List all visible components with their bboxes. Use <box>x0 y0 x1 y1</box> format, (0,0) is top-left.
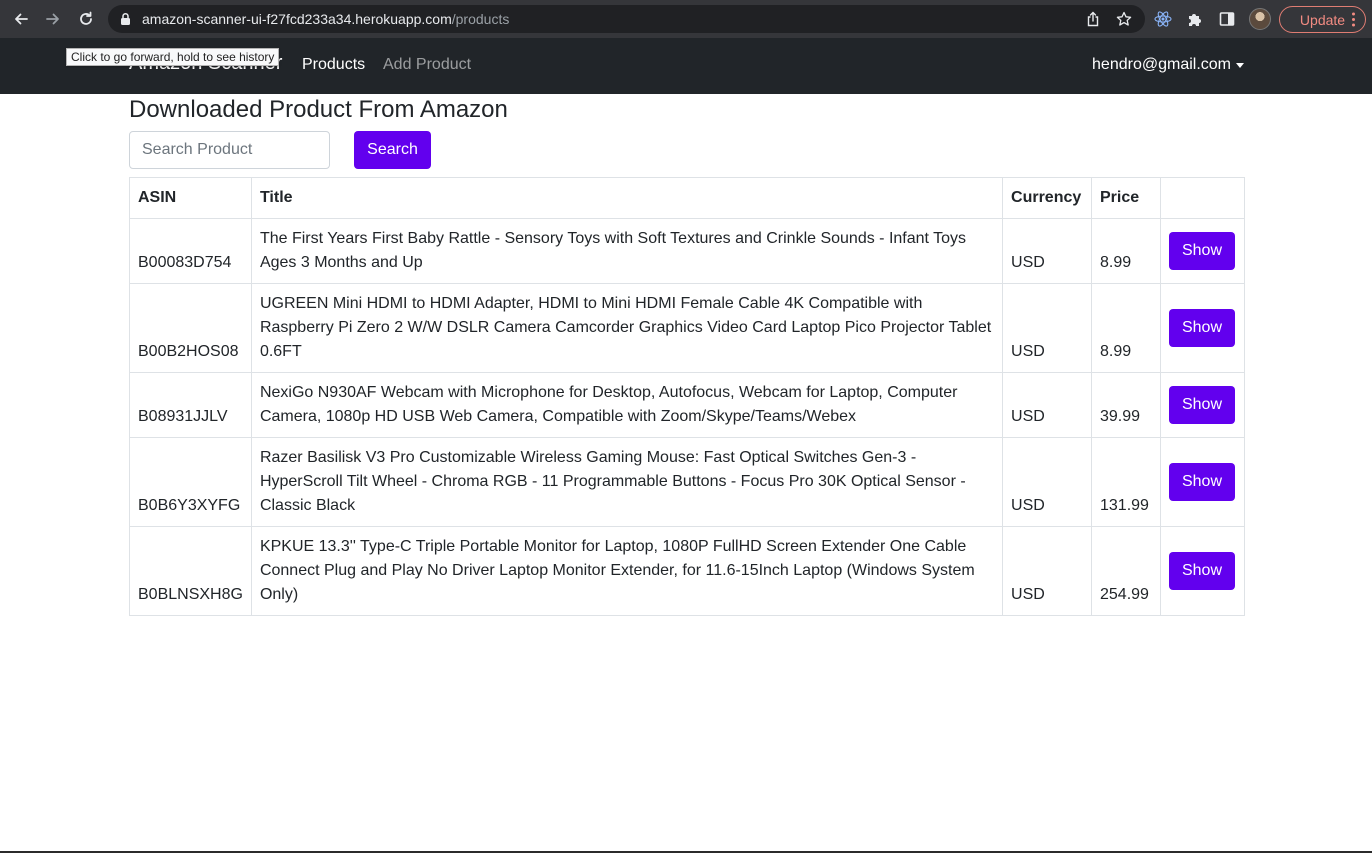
chevron-down-icon <box>1236 62 1244 68</box>
table-row: B0B6Y3XYFG Razer Basilisk V3 Pro Customi… <box>129 437 1246 527</box>
table-row: B00B2HOS08 UGREEN Mini HDMI to HDMI Adap… <box>129 283 1246 373</box>
react-devtools-icon <box>1154 11 1172 27</box>
nav-link-products[interactable]: Products <box>302 56 365 74</box>
app-navbar: Amazon Scanner Products Add Product hend… <box>0 38 1372 94</box>
forward-tooltip: Click to go forward, hold to see history <box>66 48 280 66</box>
browser-toolbar: amazon-scanner-ui-f27fcd233a34.herokuapp… <box>0 0 1372 38</box>
cell-action: Show <box>1159 437 1246 527</box>
cell-currency: USD <box>1002 218 1092 284</box>
back-button[interactable] <box>5 0 37 38</box>
puzzle-icon <box>1189 14 1201 26</box>
cell-action: Show <box>1159 283 1246 373</box>
cell-title: NexiGo N930AF Webcam with Microphone for… <box>250 372 1004 438</box>
cell-currency: USD <box>1002 437 1092 527</box>
cell-asin: B0BLNSXH8G <box>129 526 252 616</box>
show-button[interactable]: Show <box>1168 552 1235 590</box>
more-icon <box>1352 12 1355 27</box>
search-button[interactable]: Search <box>354 131 431 169</box>
table-row: B08931JJLV NexiGo N930AF Webcam with Mic… <box>129 372 1246 438</box>
cell-currency: USD <box>1002 283 1092 373</box>
show-button[interactable]: Show <box>1168 309 1235 347</box>
cell-price: 8.99 <box>1091 218 1161 284</box>
cell-currency: USD <box>1002 526 1092 616</box>
side-panel-icon <box>1219 12 1235 26</box>
forward-arrow-icon <box>46 13 59 25</box>
show-button[interactable]: Show <box>1168 386 1235 424</box>
side-panel-button[interactable] <box>1217 9 1237 29</box>
table-row: B0BLNSXH8G KPKUE 13.3'' Type-C Triple Po… <box>129 526 1246 616</box>
update-button[interactable]: Update <box>1279 6 1366 33</box>
cell-price: 39.99 <box>1091 372 1161 438</box>
url-path: /products <box>451 11 510 27</box>
cell-asin: B00B2HOS08 <box>129 283 252 373</box>
header-action <box>1159 177 1246 219</box>
cell-price: 8.99 <box>1091 283 1161 373</box>
cell-action: Show <box>1159 218 1246 284</box>
user-email: hendro@gmail.com <box>1092 56 1231 73</box>
search-input[interactable] <box>129 131 330 169</box>
table-row: B00083D754 The First Years First Baby Ra… <box>129 218 1246 284</box>
url-host: amazon-scanner-ui-f27fcd233a34.herokuapp… <box>142 11 452 27</box>
nav-link-add-product[interactable]: Add Product <box>383 56 471 74</box>
show-button[interactable]: Show <box>1168 463 1235 501</box>
cell-action: Show <box>1159 372 1246 438</box>
star-icon <box>1116 11 1132 26</box>
header-currency: Currency <box>1002 177 1092 219</box>
share-button[interactable] <box>1084 10 1102 28</box>
cell-title: KPKUE 13.3'' Type-C Triple Portable Moni… <box>250 526 1004 616</box>
react-devtools-button[interactable] <box>1153 9 1173 29</box>
cell-title: The First Years First Baby Rattle - Sens… <box>250 218 1004 284</box>
cell-asin: B00083D754 <box>129 218 252 284</box>
cell-price: 254.99 <box>1091 526 1161 616</box>
share-icon <box>1087 11 1099 27</box>
extensions-button[interactable] <box>1185 9 1205 29</box>
header-title: Title <box>250 177 1004 219</box>
lock-icon <box>121 12 130 25</box>
products-table: ASIN Title Currency Price B00083D754 The… <box>129 177 1246 616</box>
reload-icon <box>80 11 92 25</box>
url-text: amazon-scanner-ui-f27fcd233a34.herokuapp… <box>142 11 509 27</box>
header-price: Price <box>1091 177 1161 219</box>
table-header-row: ASIN Title Currency Price <box>129 177 1246 219</box>
update-label: Update <box>1299 11 1346 28</box>
user-menu-dropdown[interactable]: hendro@gmail.com <box>1092 56 1244 74</box>
cell-asin: B08931JJLV <box>129 372 252 438</box>
cell-currency: USD <box>1002 372 1092 438</box>
back-arrow-icon <box>15 13 28 25</box>
cell-action: Show <box>1159 526 1246 616</box>
cell-title: UGREEN Mini HDMI to HDMI Adapter, HDMI t… <box>250 283 1004 373</box>
cell-title: Razer Basilisk V3 Pro Customizable Wirel… <box>250 437 1004 527</box>
show-button[interactable]: Show <box>1168 232 1235 270</box>
header-asin: ASIN <box>129 177 252 219</box>
page-title: Downloaded Product From Amazon <box>129 96 508 123</box>
address-bar[interactable]: amazon-scanner-ui-f27fcd233a34.herokuapp… <box>108 5 1145 33</box>
reload-button[interactable] <box>70 0 102 38</box>
cell-price: 131.99 <box>1091 437 1161 527</box>
profile-avatar[interactable] <box>1249 8 1271 30</box>
forward-button[interactable] <box>37 0 69 38</box>
cell-asin: B0B6Y3XYFG <box>129 437 252 527</box>
bookmark-button[interactable] <box>1115 10 1133 28</box>
